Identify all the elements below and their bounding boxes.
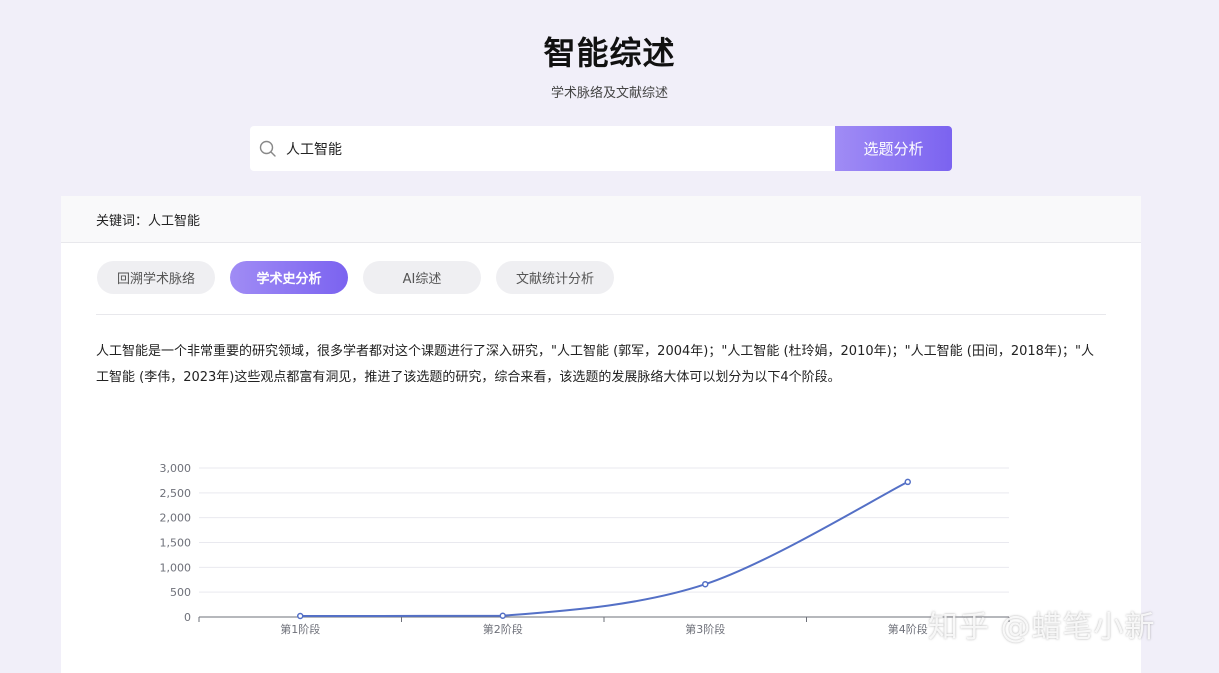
data-point xyxy=(297,612,304,620)
tab-trace-academic-context[interactable]: 回溯学术脉络 xyxy=(97,261,215,294)
data-point xyxy=(904,478,911,486)
y-tick-label: 500 xyxy=(170,586,191,599)
x-tick-label: 第1阶段 xyxy=(280,622,320,636)
watermark: 知乎 @蜡笔小新 xyxy=(928,610,1156,645)
series-line xyxy=(300,481,909,618)
page-subtitle: 学术脉络及文献综述 xyxy=(550,86,668,101)
y-tick-label: 1,500 xyxy=(160,537,192,550)
search-icon xyxy=(250,126,286,171)
y-tick-label: 3,000 xyxy=(160,462,192,475)
data-point xyxy=(499,612,506,620)
analysis-description: 人工智能是一个非常重要的研究领域，很多学者都对这个课题进行了深入研究，"人工智能… xyxy=(96,344,1094,385)
x-tick-label: 第3阶段 xyxy=(685,622,725,636)
search-input[interactable] xyxy=(286,126,835,171)
y-tick-label: 2,000 xyxy=(160,512,192,525)
page-title: 智能综述 xyxy=(543,34,676,72)
keyword-bar: 关键词：人工智能 xyxy=(61,196,1141,243)
tab-literature-statistics[interactable]: 文献统计分析 xyxy=(496,261,614,294)
y-tick-label: 0 xyxy=(184,611,191,624)
tab-ai-review[interactable]: AI综述 xyxy=(363,261,481,294)
y-tick-label: 1,000 xyxy=(160,561,192,574)
page-header: 智能综述 学术脉络及文献综述 xyxy=(0,30,1219,101)
y-tick-label: 2,500 xyxy=(160,487,192,500)
x-tick-label: 第4阶段 xyxy=(888,622,928,636)
data-point xyxy=(702,580,709,588)
x-tick-label: 第2阶段 xyxy=(483,622,523,636)
topic-analysis-button[interactable]: 选题分析 xyxy=(835,126,952,171)
divider xyxy=(96,314,1106,315)
tab-bar: 回溯学术脉络 学术史分析 AI综述 文献统计分析 xyxy=(97,261,614,294)
search-bar: 选题分析 xyxy=(250,126,952,171)
tab-academic-history-analysis[interactable]: 学术史分析 xyxy=(230,261,348,294)
